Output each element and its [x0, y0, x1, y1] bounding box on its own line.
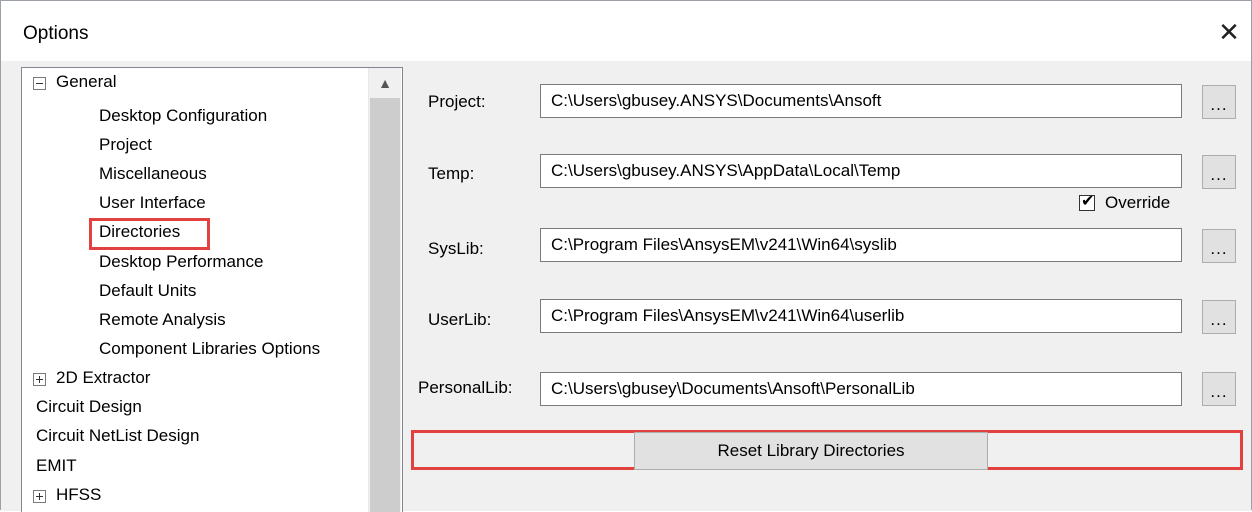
tree-item-label: Desktop Configuration — [99, 106, 268, 125]
tree-item-general[interactable]: General — [22, 68, 362, 96]
tree-item-label: Circuit NetList Design — [36, 426, 200, 445]
tree-item-label: Circuit Design — [36, 397, 142, 416]
tree-item-2d-extractor[interactable]: 2D Extractor — [22, 364, 362, 392]
close-icon[interactable]: ✕ — [1214, 17, 1244, 47]
tree-item-label: 2D Extractor — [56, 368, 151, 387]
syslib-path-input[interactable]: C:\Program Files\AnsysEM\v241\Win64\sysl… — [540, 228, 1182, 262]
personallib-path-input[interactable]: C:\Users\gbusey\Documents\Ansoft\Persona… — [540, 372, 1182, 406]
tree-item-label: Remote Analysis — [99, 310, 226, 329]
temp-label: Temp: — [428, 164, 475, 183]
tree-item-label: Desktop Performance — [99, 252, 264, 271]
scrollbar-thumb[interactable] — [370, 98, 400, 512]
checkmark-icon: ✔ — [1081, 193, 1095, 210]
tree-item-label: Default Units — [99, 281, 197, 300]
tree-item-desktop-performance[interactable]: Desktop Performance — [99, 248, 263, 276]
tree-item-label: Project — [99, 135, 152, 154]
tree-item-hfss[interactable]: HFSS — [22, 481, 362, 509]
tree-item-default-units[interactable]: Default Units — [99, 277, 196, 305]
chevron-up-icon[interactable]: ▲ — [369, 68, 401, 98]
temp-path-input[interactable]: C:\Users\gbusey.ANSYS\AppData\Local\Temp — [540, 154, 1182, 188]
dialog-content: General Desktop Configuration Project Mi… — [1, 61, 1251, 512]
tree-item-project[interactable]: Project — [99, 131, 152, 159]
tree-item-label: Directories — [99, 222, 181, 241]
temp-browse-button[interactable]: ... — [1202, 155, 1236, 189]
tree-item-label: Miscellaneous — [99, 164, 207, 183]
tree-item-remote-analysis[interactable]: Remote Analysis — [99, 306, 226, 334]
tree-item-circuit-design[interactable]: Circuit Design — [36, 393, 142, 421]
tree-item-miscellaneous[interactable]: Miscellaneous — [99, 160, 207, 188]
personallib-label: PersonalLib: — [418, 378, 513, 397]
options-dialog: Options ✕ General Desktop Configuration … — [0, 0, 1252, 512]
tree-item-circuit-netlist-design[interactable]: Circuit NetList Design — [36, 422, 199, 450]
tree-item-user-interface[interactable]: User Interface — [99, 189, 206, 217]
title-bar: Options ✕ — [1, 1, 1251, 61]
plus-box-icon[interactable] — [33, 490, 46, 503]
minus-box-icon[interactable] — [33, 77, 46, 90]
userlib-label: UserLib: — [428, 310, 492, 329]
tree-item-desktop-configuration[interactable]: Desktop Configuration — [99, 102, 267, 130]
userlib-browse-button[interactable]: ... — [1202, 300, 1236, 334]
syslib-label: SysLib: — [428, 239, 484, 258]
reset-library-directories-button[interactable]: Reset Library Directories — [634, 432, 988, 470]
options-tree: General Desktop Configuration Project Mi… — [21, 67, 403, 512]
tree-item-directories[interactable]: Directories — [99, 218, 180, 246]
tree-item-label: General — [56, 72, 117, 91]
project-label: Project: — [428, 92, 486, 111]
tree-item-emit[interactable]: EMIT — [36, 452, 77, 480]
tree-item-label: EMIT — [36, 456, 77, 475]
tree-item-component-libraries-options[interactable]: Component Libraries Options — [99, 335, 320, 363]
personallib-browse-button[interactable]: ... — [1202, 372, 1236, 406]
userlib-path-input[interactable]: C:\Program Files\AnsysEM\v241\Win64\user… — [540, 299, 1182, 333]
tree-item-label: HFSS — [56, 485, 102, 504]
tree-item-label: User Interface — [99, 193, 206, 212]
syslib-browse-button[interactable]: ... — [1202, 229, 1236, 263]
plus-box-icon[interactable] — [33, 373, 46, 386]
dialog-title: Options — [23, 23, 89, 44]
project-browse-button[interactable]: ... — [1202, 85, 1236, 119]
override-label: Override — [1105, 193, 1171, 212]
project-path-input[interactable]: C:\Users\gbusey.ANSYS\Documents\Ansoft — [540, 84, 1182, 118]
tree-scrollbar[interactable]: ▲ — [368, 68, 401, 512]
tree-item-label: Component Libraries Options — [99, 339, 321, 358]
override-checkbox[interactable]: ✔ — [1079, 193, 1095, 211]
